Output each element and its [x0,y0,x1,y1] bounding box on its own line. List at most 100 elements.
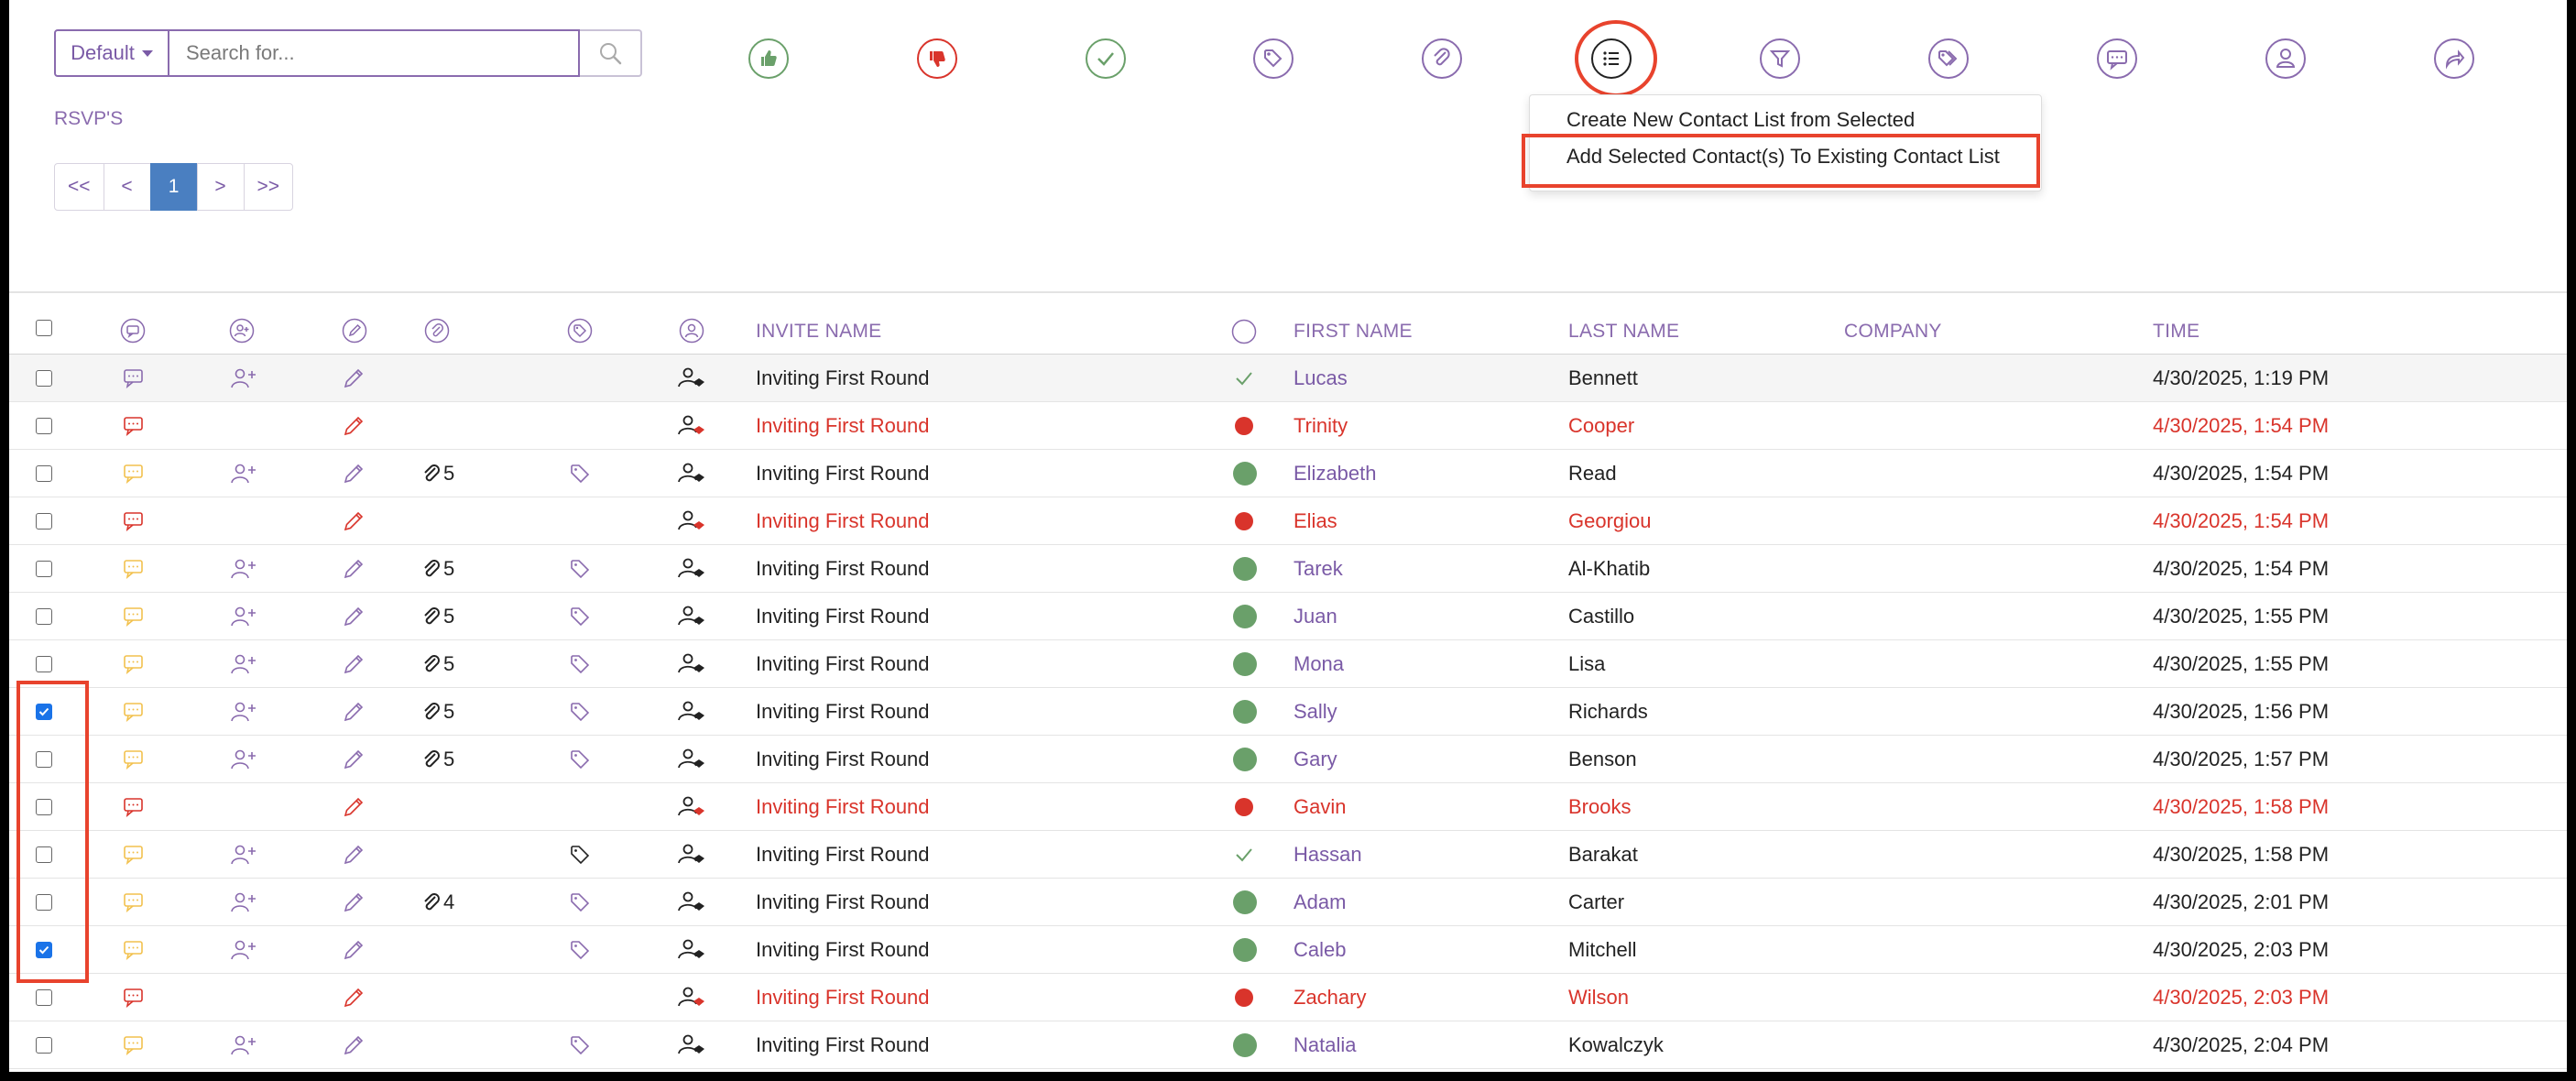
edit-icon[interactable] [342,497,366,545]
comment-column-icon[interactable] [120,318,146,348]
menu-create-contact-list[interactable]: Create New Contact List from Selected [1530,108,2041,132]
edit-icon[interactable] [342,355,366,402]
comment-icon[interactable] [123,879,145,926]
rsvp-link[interactable]: RSVP'S [54,108,123,130]
first-name-link[interactable]: Gavin [1293,783,1346,831]
pagination-page[interactable]: 1 [149,163,198,211]
tag-button[interactable] [1252,38,1294,84]
contact-status-icon[interactable] [677,688,706,736]
attachment-column-icon[interactable] [424,318,450,348]
column-header-invite-name[interactable]: INVITE NAME [756,321,881,343]
pagination-next[interactable]: > [196,163,245,211]
column-header-last-name[interactable]: LAST NAME [1568,321,1679,343]
edit-icon[interactable] [342,1021,366,1069]
comment-icon[interactable] [123,593,145,640]
comment-icon[interactable] [123,355,145,402]
row-checkbox[interactable] [36,545,52,593]
select-all-checkbox[interactable] [36,320,52,336]
comment-icon[interactable] [123,688,145,736]
attachment-count[interactable]: 4 [421,879,454,926]
contact-status-icon[interactable] [677,736,706,783]
comment-button[interactable] [2096,38,2138,84]
add-user-icon[interactable] [230,593,257,640]
contact-status-icon[interactable] [677,783,706,831]
contact-status-icon[interactable] [677,593,706,640]
contact-status-icon[interactable] [677,497,706,545]
edit-icon[interactable] [342,783,366,831]
filter-button[interactable] [1759,38,1801,84]
contact-status-icon[interactable] [677,450,706,497]
edit-icon[interactable] [342,879,366,926]
first-name-link[interactable]: Elizabeth [1293,450,1377,497]
edit-icon[interactable] [342,736,366,783]
first-name-link[interactable]: Caleb [1293,926,1346,974]
comment-icon[interactable] [123,736,145,783]
tag-icon[interactable] [569,879,591,926]
comment-icon[interactable] [123,545,145,593]
add-user-column-icon[interactable] [229,318,255,348]
first-name-link[interactable]: Sally [1293,688,1337,736]
attachment-count[interactable]: 5 [421,736,454,783]
contact-status-icon[interactable] [677,1021,706,1069]
contact-status-icon[interactable] [677,926,706,974]
first-name-link[interactable]: Natalia [1293,1021,1356,1069]
tag-icon[interactable] [569,688,591,736]
add-user-icon[interactable] [230,926,257,974]
edit-icon[interactable] [342,545,366,593]
add-user-icon[interactable] [230,450,257,497]
paperclip-button[interactable] [1421,38,1463,84]
thumbs-down-button[interactable] [916,38,958,84]
contact-status-icon[interactable] [677,640,706,688]
tag-icon[interactable] [569,831,591,879]
user-button[interactable] [2265,38,2307,84]
first-name-link[interactable]: Mona [1293,640,1344,688]
comment-icon[interactable] [123,974,145,1021]
comment-icon[interactable] [123,783,145,831]
comment-icon[interactable] [123,640,145,688]
edit-icon[interactable] [342,974,366,1021]
edit-icon[interactable] [342,688,366,736]
tag-icon[interactable] [569,450,591,497]
tag-column-icon[interactable] [567,318,593,348]
view-dropdown[interactable]: Default [54,29,169,77]
check-button[interactable] [1085,38,1127,84]
first-name-link[interactable]: Gary [1293,736,1337,783]
first-name-link[interactable]: Zachary [1293,974,1366,1021]
row-checkbox[interactable] [36,593,52,640]
first-name-link[interactable]: Adam [1293,879,1346,926]
pagination-last[interactable]: >> [243,163,294,211]
tag-icon[interactable] [569,1021,591,1069]
add-user-icon[interactable] [230,355,257,402]
edit-icon[interactable] [342,640,366,688]
search-button[interactable] [580,29,642,77]
attachment-count[interactable]: 5 [421,450,454,497]
user-column-icon[interactable] [679,318,704,348]
column-header-company[interactable]: COMPANY [1844,321,1942,343]
row-checkbox[interactable] [36,402,52,450]
first-name-link[interactable]: Juan [1293,593,1337,640]
add-user-icon[interactable] [230,736,257,783]
comment-icon[interactable] [123,402,145,450]
tag-icon[interactable] [569,545,591,593]
edit-icon[interactable] [342,593,366,640]
tag-icon[interactable] [569,593,591,640]
tags-button[interactable] [1927,38,1970,84]
row-checkbox[interactable] [36,1021,52,1069]
first-name-link[interactable]: Tarek [1293,545,1343,593]
first-name-link[interactable]: Lucas [1293,355,1348,402]
comment-icon[interactable] [123,497,145,545]
search-input[interactable] [169,29,580,77]
pagination-prev[interactable]: < [103,163,151,211]
comment-icon[interactable] [123,831,145,879]
attachment-count[interactable]: 5 [421,688,454,736]
edit-icon[interactable] [342,831,366,879]
contact-status-icon[interactable] [677,355,706,402]
first-name-link[interactable]: Elias [1293,497,1337,545]
thumbs-up-button[interactable] [748,38,790,84]
attachment-count[interactable]: 5 [421,640,454,688]
contact-status-icon[interactable] [677,402,706,450]
comment-icon[interactable] [123,450,145,497]
comment-icon[interactable] [123,926,145,974]
tag-icon[interactable] [569,926,591,974]
column-header-time[interactable]: TIME [2153,321,2199,343]
